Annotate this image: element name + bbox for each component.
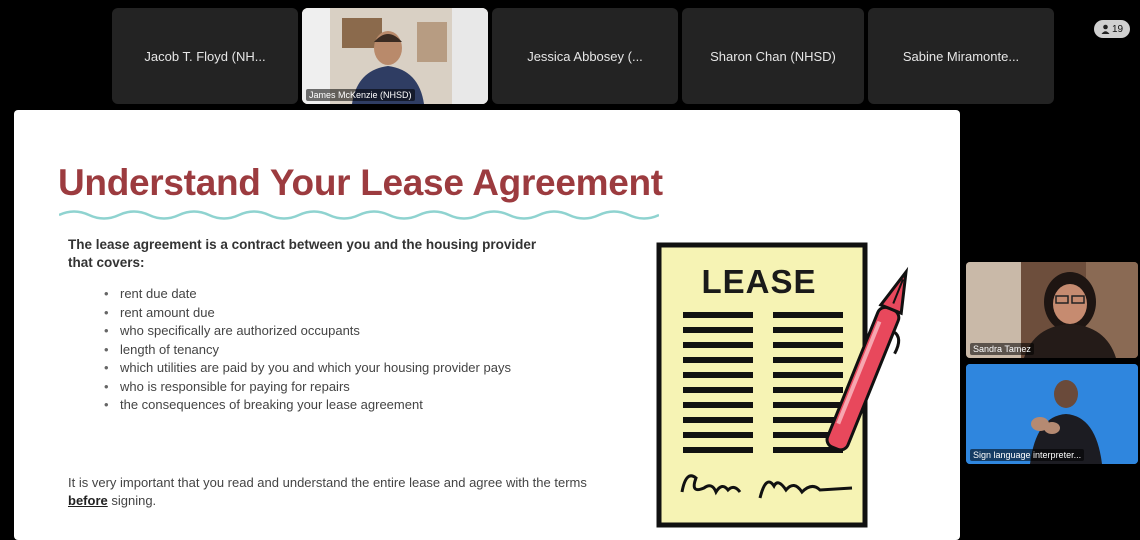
participant-tile[interactable]: Sabine Miramonte...: [868, 8, 1054, 104]
participant-name: Sharon Chan (NHSD): [710, 48, 836, 64]
list-item: length of tenancy: [104, 342, 544, 358]
participant-name: Jacob T. Floyd (NH...: [144, 48, 266, 64]
participant-name: Sandra Tamez: [970, 343, 1034, 355]
list-item: rent amount due: [104, 305, 544, 321]
person-icon: [1101, 24, 1110, 34]
wave-divider: [59, 210, 659, 220]
participant-tile[interactable]: Jacob T. Floyd (NH...: [112, 8, 298, 104]
participant-tile[interactable]: Jessica Abbosey (...: [492, 8, 678, 104]
lease-heading: LEASE: [701, 263, 817, 300]
participant-name: James McKenzie (NHSD): [306, 89, 415, 101]
list-item: which utilities are paid by you and whic…: [104, 360, 544, 376]
participant-count: 19: [1111, 23, 1124, 35]
shared-slide: Understand Your Lease Agreement The leas…: [14, 110, 960, 540]
list-item: who is responsible for paying for repair…: [104, 379, 544, 395]
bullet-list: rent due date rent amount due who specif…: [104, 286, 544, 416]
participant-tile[interactable]: Sharon Chan (NHSD): [682, 8, 864, 104]
list-item: who specifically are authorized occupant…: [104, 323, 544, 339]
participant-count-button[interactable]: 19: [1094, 20, 1130, 38]
participant-video-tile[interactable]: Sign language interpreter...: [966, 364, 1138, 464]
slide-intro: The lease agreement is a contract betwee…: [68, 237, 537, 270]
footer-text-after: signing.: [107, 493, 157, 508]
participant-name: Sabine Miramonte...: [902, 48, 1020, 64]
footer-text-before: It is very important that you read and u…: [68, 475, 587, 490]
participant-video-tile[interactable]: Sandra Tamez: [966, 262, 1138, 358]
participant-name: Sign language interpreter...: [970, 449, 1085, 461]
participant-video-tile[interactable]: James McKenzie (NHSD): [302, 8, 488, 104]
list-item: the consequences of breaking your lease …: [104, 397, 544, 413]
participant-name: Jessica Abbosey (...: [527, 48, 643, 64]
slide-title: Understand Your Lease Agreement: [58, 162, 663, 203]
list-item: rent due date: [104, 286, 544, 302]
slide-footer-text: It is very important that you read and u…: [68, 474, 588, 510]
footer-emphasis: before: [68, 493, 108, 508]
